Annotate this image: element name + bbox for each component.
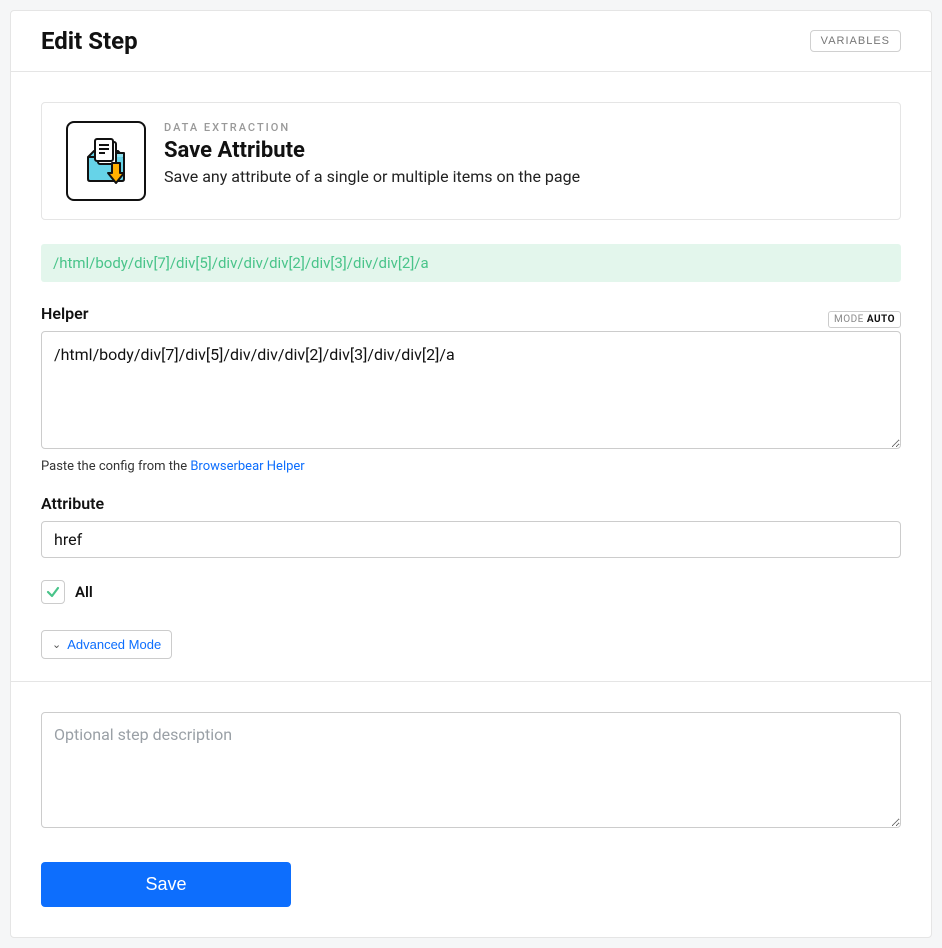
step-description: Save any attribute of a single or multip… — [164, 167, 580, 186]
page-title: Edit Step — [41, 27, 138, 55]
step-title: Save Attribute — [164, 138, 580, 163]
helper-label: Helper — [41, 304, 901, 323]
panel-header: Edit Step VARIABLES — [11, 11, 931, 72]
step-meta: DATA EXTRACTION Save Attribute Save any … — [164, 121, 580, 186]
all-label: All — [75, 583, 93, 601]
edit-step-panel: Edit Step VARIABLES — [10, 10, 932, 938]
browserbear-helper-link[interactable]: Browserbear Helper — [190, 459, 304, 474]
advanced-mode-button[interactable]: ⌄ Advanced Mode — [41, 630, 172, 659]
chevron-down-icon: ⌄ — [52, 638, 61, 651]
mode-badge[interactable]: MODE AUTO — [828, 311, 901, 328]
helper-input[interactable] — [41, 331, 901, 449]
xpath-display: /html/body/div[7]/div[5]/div/div/div[2]/… — [41, 244, 901, 282]
advanced-mode-label: Advanced Mode — [67, 637, 161, 652]
mode-value: AUTO — [867, 314, 895, 325]
step-description-input[interactable] — [41, 712, 901, 828]
step-category: DATA EXTRACTION — [164, 121, 580, 134]
helper-hint-text: Paste the config from the — [41, 459, 190, 474]
mode-prefix: MODE — [834, 314, 864, 325]
save-button[interactable]: Save — [41, 862, 291, 907]
attribute-input[interactable] — [41, 521, 901, 558]
panel-footer: Save — [11, 681, 931, 937]
step-card: DATA EXTRACTION Save Attribute Save any … — [41, 102, 901, 220]
attribute-label: Attribute — [41, 494, 901, 513]
variables-button[interactable]: VARIABLES — [810, 30, 901, 52]
helper-field-wrap: MODE AUTO — [41, 331, 901, 453]
save-attribute-icon — [66, 121, 146, 201]
all-checkbox-row: All — [41, 580, 901, 604]
check-icon — [46, 585, 60, 599]
helper-hint: Paste the config from the Browserbear He… — [41, 459, 901, 474]
all-checkbox[interactable] — [41, 580, 65, 604]
panel-body: DATA EXTRACTION Save Attribute Save any … — [11, 72, 931, 681]
